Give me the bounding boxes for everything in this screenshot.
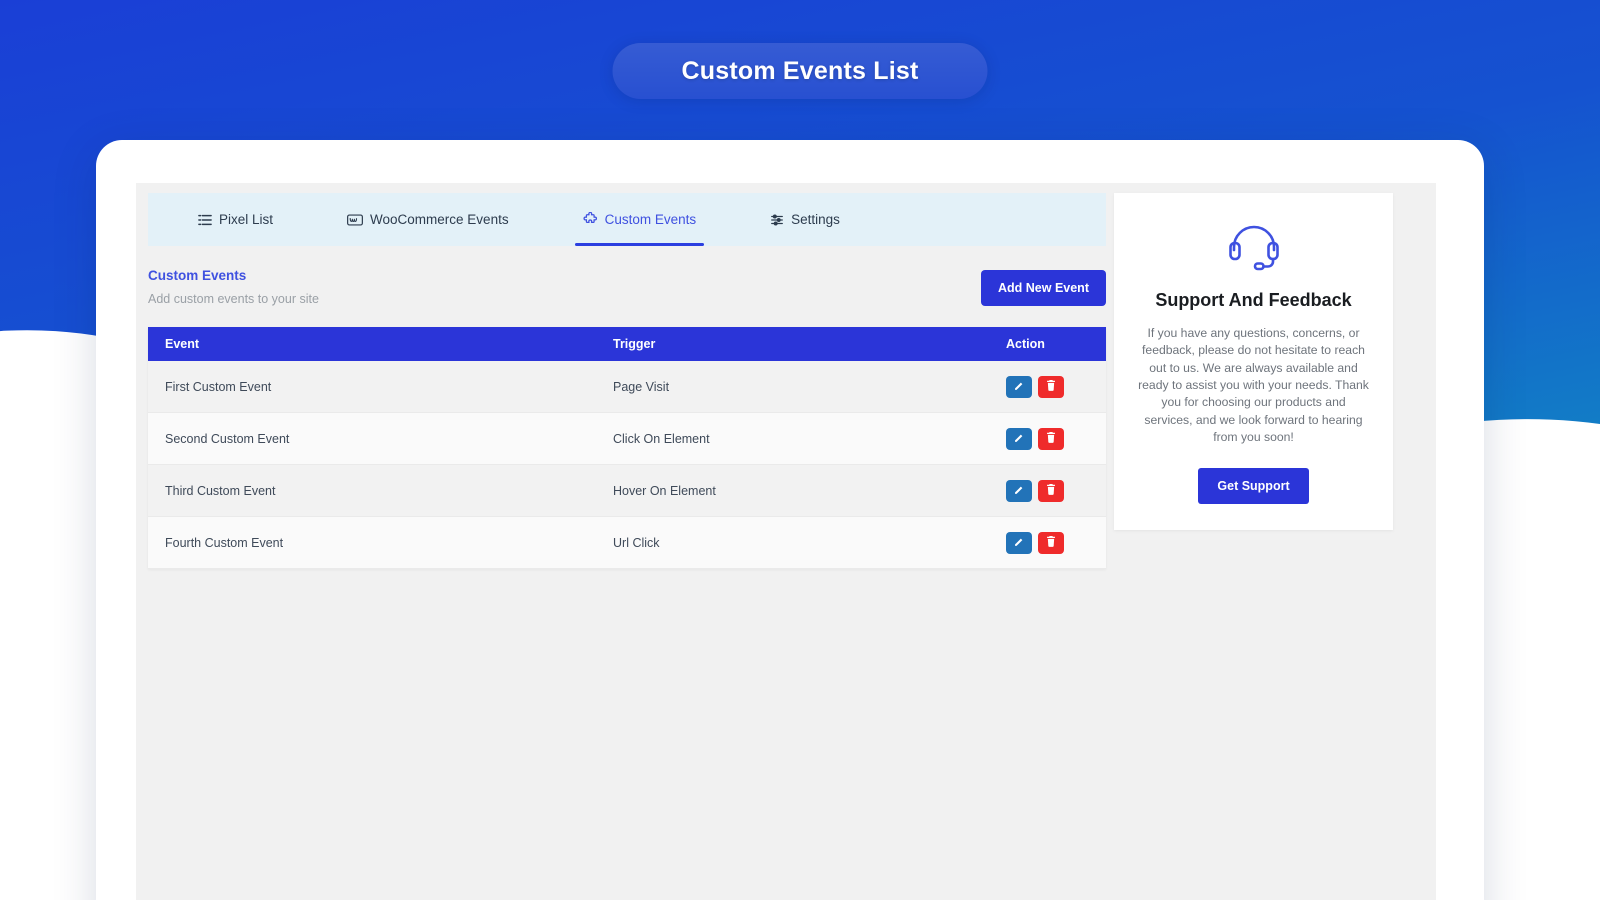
section-header: Custom Events Add custom events to your … xyxy=(148,268,1106,306)
banner-title-pill: Custom Events List xyxy=(613,43,988,99)
tab-label: WooCommerce Events xyxy=(370,212,509,227)
app-main-column: Pixel List WooCommerce Events xyxy=(136,183,1106,900)
pencil-icon xyxy=(1014,535,1024,550)
custom-events-table: Event Trigger Action First Custom Event … xyxy=(148,327,1106,569)
cell-trigger: Hover On Element xyxy=(613,484,1006,498)
cell-event: Second Custom Event xyxy=(148,432,613,446)
cell-event: Third Custom Event xyxy=(148,484,613,498)
trash-icon xyxy=(1046,431,1056,446)
section-title: Custom Events xyxy=(148,268,319,283)
support-description: If you have any questions, concerns, or … xyxy=(1138,325,1369,446)
cell-action xyxy=(1006,480,1106,502)
headset-icon xyxy=(1138,223,1369,276)
cell-trigger: Url Click xyxy=(613,536,1006,550)
delete-event-button[interactable] xyxy=(1038,532,1064,554)
support-card: Support And Feedback If you have any que… xyxy=(1114,193,1393,530)
page-title: Custom Events List xyxy=(682,57,919,86)
delete-event-button[interactable] xyxy=(1038,480,1064,502)
table-row: Fourth Custom Event Url Click xyxy=(148,517,1106,569)
table-header-row: Event Trigger Action xyxy=(148,327,1106,361)
table-row: First Custom Event Page Visit xyxy=(148,361,1106,413)
sliders-icon xyxy=(770,213,784,227)
tab-settings[interactable]: Settings xyxy=(762,193,848,246)
cell-event: Fourth Custom Event xyxy=(148,536,613,550)
list-icon xyxy=(198,213,212,227)
tab-pixel-list[interactable]: Pixel List xyxy=(190,193,281,246)
tab-label: Settings xyxy=(791,212,840,227)
trash-icon xyxy=(1046,535,1056,550)
edit-event-button[interactable] xyxy=(1006,428,1032,450)
get-support-button[interactable]: Get Support xyxy=(1198,468,1308,504)
table-row: Third Custom Event Hover On Element xyxy=(148,465,1106,517)
support-title: Support And Feedback xyxy=(1138,290,1369,311)
cell-trigger: Page Visit xyxy=(613,380,1006,394)
tab-label: Pixel List xyxy=(219,212,273,227)
section-subtitle: Add custom events to your site xyxy=(148,292,319,306)
tab-woocommerce-events[interactable]: WooCommerce Events xyxy=(339,193,517,246)
column-header-event: Event xyxy=(148,337,613,351)
tab-label: Custom Events xyxy=(605,212,697,227)
trash-icon xyxy=(1046,379,1056,394)
table-row: Second Custom Event Click On Element xyxy=(148,413,1106,465)
trash-icon xyxy=(1046,483,1056,498)
delete-event-button[interactable] xyxy=(1038,376,1064,398)
column-header-trigger: Trigger xyxy=(613,337,1006,351)
page-background: Custom Events List Pixel List xyxy=(0,0,1600,900)
cell-action xyxy=(1006,532,1106,554)
pencil-icon xyxy=(1014,431,1024,446)
tab-custom-events[interactable]: Custom Events xyxy=(575,193,705,246)
cell-action xyxy=(1006,376,1106,398)
add-new-event-button[interactable]: Add New Event xyxy=(981,270,1106,306)
pencil-icon xyxy=(1014,379,1024,394)
edit-event-button[interactable] xyxy=(1006,532,1032,554)
section-header-text: Custom Events Add custom events to your … xyxy=(148,268,319,306)
edit-event-button[interactable] xyxy=(1006,376,1032,398)
edit-event-button[interactable] xyxy=(1006,480,1032,502)
cell-action xyxy=(1006,428,1106,450)
app-side-column: Support And Feedback If you have any que… xyxy=(1106,183,1436,900)
tab-bar: Pixel List WooCommerce Events xyxy=(148,193,1106,246)
column-header-action: Action xyxy=(1006,337,1106,351)
app-surface: Pixel List WooCommerce Events xyxy=(136,183,1436,900)
cell-trigger: Click On Element xyxy=(613,432,1006,446)
active-tab-indicator xyxy=(575,243,705,246)
woocommerce-icon xyxy=(347,214,363,226)
delete-event-button[interactable] xyxy=(1038,428,1064,450)
puzzle-icon xyxy=(583,212,598,227)
cell-event: First Custom Event xyxy=(148,380,613,394)
pencil-icon xyxy=(1014,483,1024,498)
